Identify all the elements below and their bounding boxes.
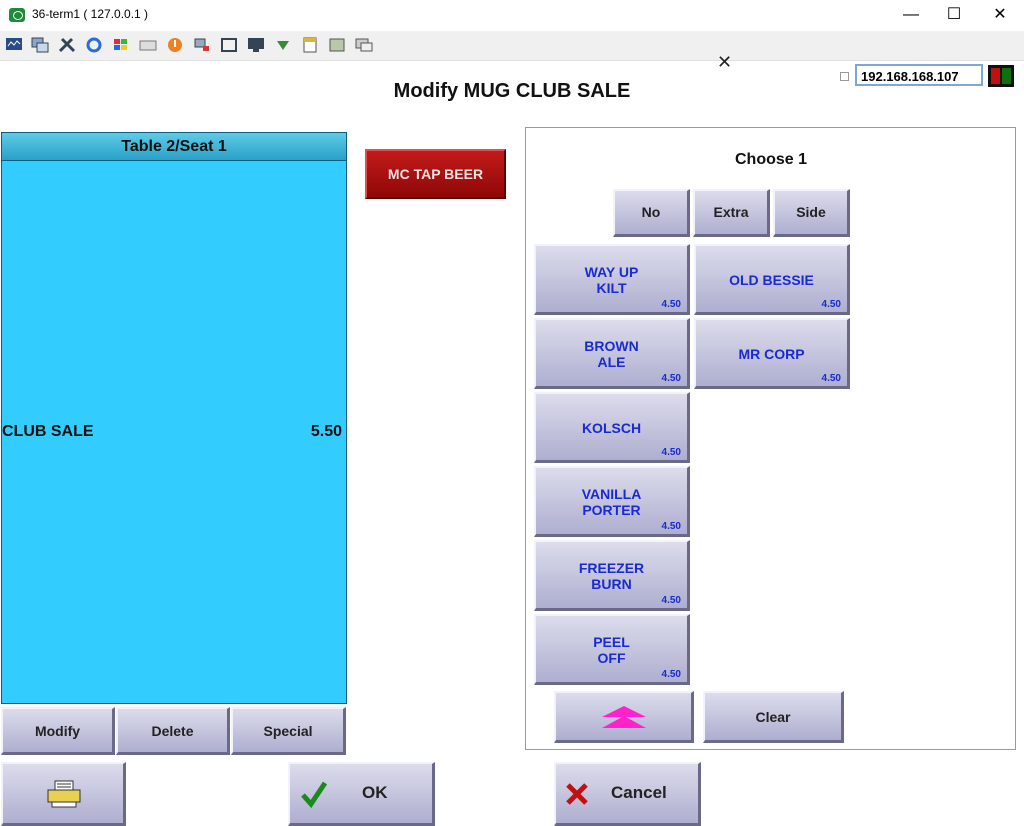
app-icon	[9, 8, 25, 22]
modifier-label: BROWN ALE	[584, 338, 639, 370]
cancel-label: Cancel	[611, 783, 667, 802]
maximize-button[interactable]: ☐	[931, 0, 977, 30]
windows-icon[interactable]	[31, 37, 49, 53]
checkmark-icon	[301, 781, 328, 808]
modifier-label: WAY UP KILT	[584, 264, 639, 296]
modifier-button-vanilla-porter[interactable]: VANILLA PORTER 4.50	[534, 466, 690, 537]
modifier-button-peel-off[interactable]: PEEL OFF 4.50	[534, 614, 690, 685]
option-extra-button[interactable]: Extra	[693, 189, 770, 237]
modifier-price: 4.50	[661, 669, 681, 680]
choose-label: Choose 1	[734, 151, 808, 168]
order-item-price: 5.50	[310, 423, 342, 440]
alert-icon[interactable]	[166, 37, 184, 53]
fullscreen-icon[interactable]	[220, 37, 238, 53]
modifier-price: 4.50	[661, 373, 681, 384]
mouse-cursor-icon: ✕	[717, 52, 733, 72]
modifier-price: 4.50	[821, 373, 841, 384]
dialog-title: Modify MUG CLUB SALE	[393, 80, 631, 102]
delete-button[interactable]: Delete	[116, 707, 230, 755]
map-icon[interactable]	[328, 37, 346, 53]
option-side-button[interactable]: Side	[773, 189, 850, 237]
close-button[interactable]: ✕	[977, 0, 1023, 30]
ok-button[interactable]: OK	[288, 762, 435, 826]
order-item-name: CLUB SALE	[2, 423, 94, 440]
modifier-price: 4.50	[661, 447, 681, 458]
title-bar: 36-term1 ( 127.0.0.1 ) — ☐ ✕	[0, 0, 1024, 31]
order-panel: Table 2/Seat 1 CLUB SALE 5.50	[1, 132, 347, 704]
modifier-price: 4.50	[661, 595, 681, 606]
network-icon[interactable]	[193, 37, 211, 53]
document-icon[interactable]	[301, 37, 319, 53]
option-no-button[interactable]: No	[613, 189, 690, 237]
modifier-button-way-up-kilt[interactable]: WAY UP KILT 4.50	[534, 244, 690, 315]
clear-button[interactable]: Clear	[703, 691, 844, 743]
windows-logo-icon[interactable]	[112, 37, 130, 53]
modifier-button-brown-ale[interactable]: BROWN ALE 4.50	[534, 318, 690, 389]
modifier-label: MR CORP	[738, 346, 805, 362]
chat-icon[interactable]	[355, 37, 373, 53]
modifier-button-mr-corp[interactable]: MR CORP 4.50	[694, 318, 850, 389]
modifier-button-kolsch[interactable]: KOLSCH 4.50	[534, 392, 690, 463]
order-item[interactable]: CLUB SALE 5.50	[2, 423, 344, 441]
modifier-label: FREEZER BURN	[578, 560, 645, 592]
print-button[interactable]	[1, 762, 126, 826]
display-icon[interactable]	[247, 37, 265, 53]
ok-label: OK	[362, 783, 388, 802]
modifier-button-freezer-burn[interactable]: FREEZER BURN 4.50	[534, 540, 690, 611]
printer-icon	[47, 780, 81, 808]
minimize-button[interactable]: —	[888, 0, 934, 30]
toolbar: 192.168.168.107	[0, 31, 1024, 87]
download-icon[interactable]	[274, 37, 292, 53]
cross-icon	[566, 783, 588, 805]
tools-icon[interactable]	[58, 37, 76, 53]
modifier-button-old-bessie[interactable]: OLD BESSIE 4.50	[694, 244, 850, 315]
monitor-icon[interactable]	[5, 37, 23, 53]
modifier-label: VANILLA PORTER	[581, 486, 642, 518]
refresh-icon[interactable]	[85, 37, 103, 53]
seat-header: Table 2/Seat 1	[2, 133, 346, 161]
special-button[interactable]: Special	[231, 707, 346, 755]
keyboard-icon[interactable]	[139, 37, 157, 53]
modifier-price: 4.50	[661, 521, 681, 532]
modifier-label: PEEL OFF	[593, 634, 630, 666]
modifier-price: 4.50	[821, 299, 841, 310]
page-up-button[interactable]	[554, 691, 694, 743]
double-up-arrow-icon	[602, 706, 646, 728]
modifier-label: OLD BESSIE	[729, 272, 814, 288]
modifier-label: KOLSCH	[581, 420, 642, 436]
cancel-button[interactable]: Cancel	[554, 762, 701, 826]
modifier-price: 4.50	[661, 299, 681, 310]
category-button-mc-tap-beer[interactable]: MC TAP BEER	[365, 149, 506, 199]
window-title: 36-term1 ( 127.0.0.1 )	[32, 7, 149, 21]
modify-button[interactable]: Modify	[1, 707, 115, 755]
